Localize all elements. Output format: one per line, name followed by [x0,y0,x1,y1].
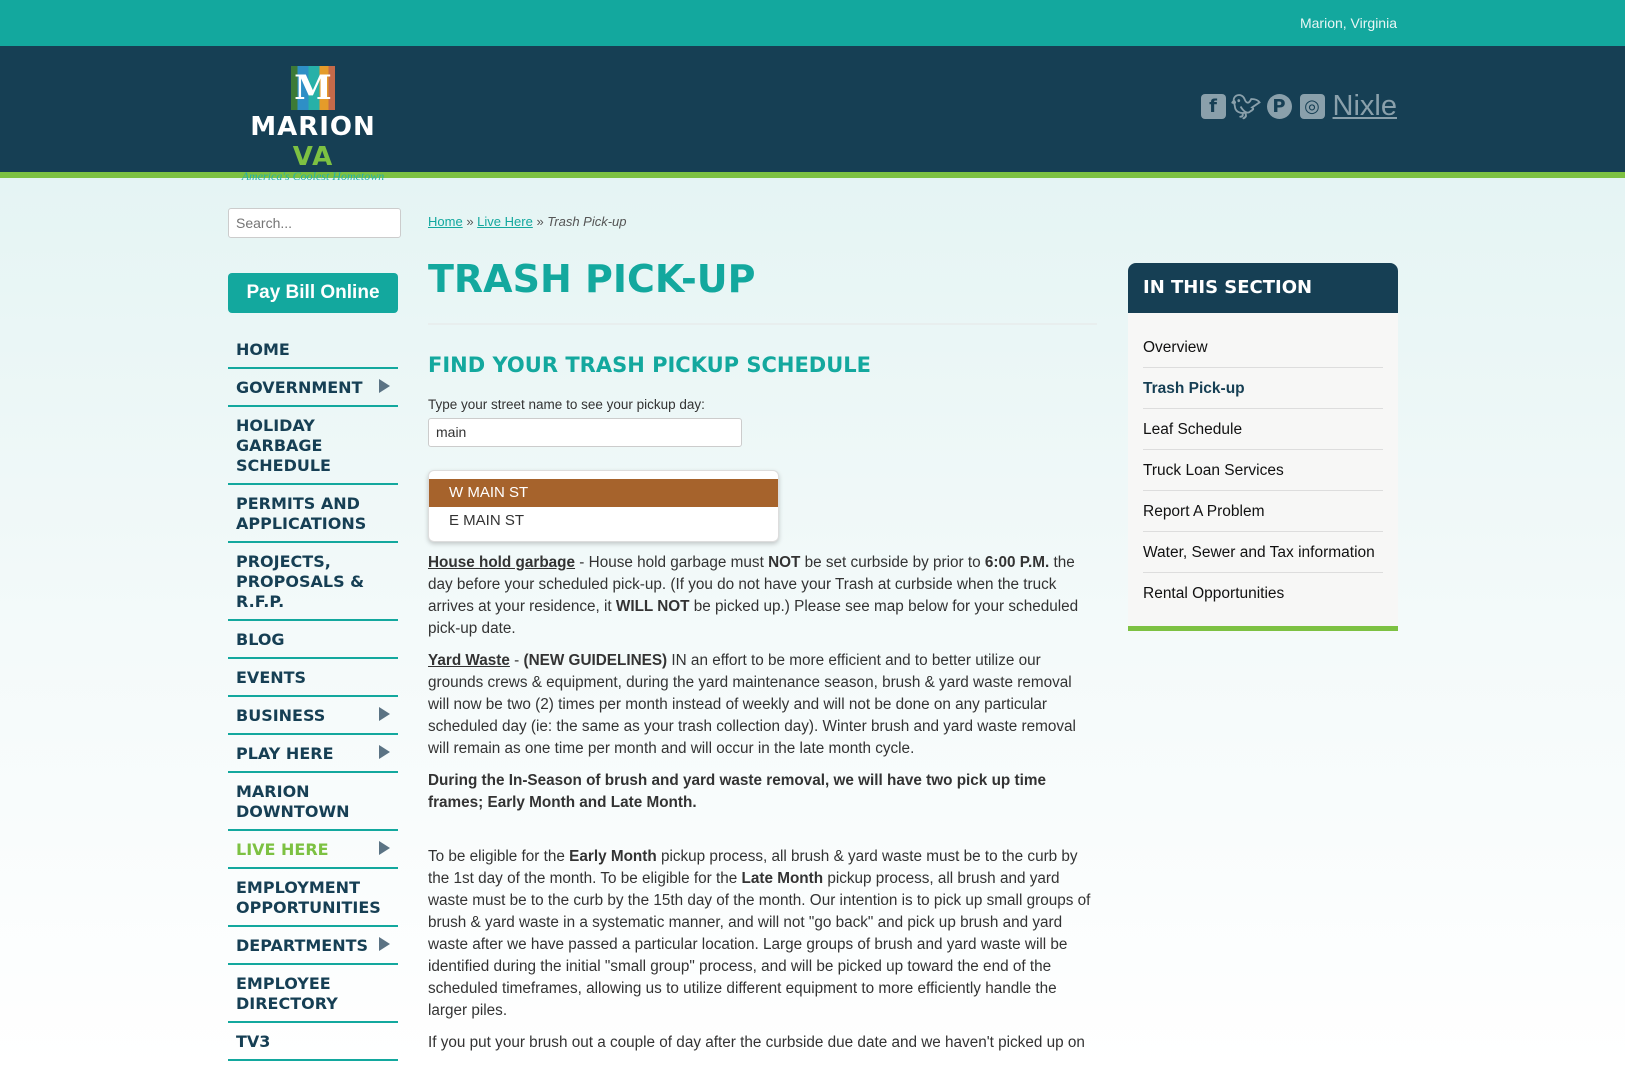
nav-item-events[interactable]: EVENTS [228,659,398,697]
street-suggestions: W MAIN ST E MAIN ST [428,470,779,542]
nav-item-employment-opportunities[interactable]: EMPLOYMENT OPPORTUNITIES [228,869,398,927]
nav-item-live-here[interactable]: LIVE HERE [228,831,398,869]
breadcrumb-live-here[interactable]: Live Here [477,214,533,229]
pinterest-icon[interactable]: P [1266,94,1292,119]
section-link[interactable]: Overview [1143,327,1383,368]
nav-item-projects-proposals-r-f-p[interactable]: PROJECTS, PROPOSALS & R.F.P. [228,543,398,621]
expand-arrow-icon[interactable] [379,379,390,393]
instagram-icon[interactable]: ◎ [1299,94,1325,119]
expand-arrow-icon[interactable] [379,937,390,951]
logo-tagline: America's Coolest Hometown [241,169,385,183]
nav-item-tv3[interactable]: TV3 [228,1023,398,1061]
household-garbage-paragraph: House hold garbage - House hold garbage … [428,554,1079,637]
nav-item-marion-downtown[interactable]: MARION DOWNTOWN [228,773,398,831]
in-this-section-panel: IN THIS SECTION Overview Trash Pick-up Lea… [1128,263,1398,631]
site-logo[interactable]: M MARION VA America's Coolest Hometown [228,66,398,184]
page-title: TRASH PICK-UP [428,257,1097,325]
top-bar: Marion, Virginia [0,0,1625,46]
late-brush-paragraph: If you put your brush out a couple of da… [428,1034,1085,1051]
yard-waste-paragraph: Yard Waste - (NEW GUIDELINES) IN an effo… [428,652,1076,757]
section-panel-title: IN THIS SECTION [1128,263,1398,313]
body-text: House hold garbage - House hold garbage … [428,552,1097,1054]
nav-item-business[interactable]: BUSINESS [228,697,398,735]
twitter-icon[interactable]: 🐦︎ [1231,93,1261,121]
nav-item-blog[interactable]: BLOG [228,621,398,659]
eligibility-paragraph: To be eligible for the Early Month picku… [428,848,1091,1019]
left-sidebar: Pay Bill Online HOMEGOVERNMENTHOLIDAY GA… [228,208,401,1061]
breadcrumb-current: Trash Pick-up [547,214,627,229]
section-link[interactable]: Leaf Schedule [1143,409,1383,450]
search-input[interactable] [228,208,401,238]
breadcrumb-home[interactable]: Home [428,214,463,229]
logo-name: MARION VA [250,112,376,172]
in-season-paragraph: During the In-Season of brush and yard w… [428,772,1046,811]
section-link[interactable]: Truck Loan Services [1143,450,1383,491]
household-garbage-link[interactable]: House hold garbage [428,554,575,571]
nav-item-employee-directory[interactable]: EMPLOYEE DIRECTORY [228,965,398,1023]
nav-item-home[interactable]: HOME [228,331,398,369]
main-nav: HOME GOVERNMENT HOLIDAY GARBAGE SCHEDULE PE… [228,331,398,1061]
social-links: f 🐦︎ P ◎ Nixle [1200,90,1397,123]
pay-bill-online-button[interactable]: Pay Bill Online [228,273,398,313]
nav-item-play-here[interactable]: PLAY HERE [228,735,398,773]
street-label: Type your street name to see your pickup… [428,397,705,412]
nav-item-government[interactable]: GOVERNMENT [228,369,398,407]
nav-item-permits-and-applications[interactable]: PERMITS AND APPLICATIONS [228,485,398,543]
section-link[interactable]: Report A Problem [1143,491,1383,532]
nav-item-departments[interactable]: DEPARTMENTS [228,927,398,965]
section-link[interactable]: Water, Sewer and Tax information [1143,532,1383,573]
section-link[interactable]: Trash Pick-up [1143,368,1383,409]
street-input[interactable]: main [428,418,742,447]
suggestion-item[interactable]: W MAIN ST [429,479,778,507]
main-content: Home » Live Here » Trash Pick-up TRASH P… [428,214,1097,1054]
facebook-icon[interactable]: f [1200,94,1226,119]
suggestion-item[interactable]: E MAIN ST [429,507,778,535]
breadcrumb: Home » Live Here » Trash Pick-up [428,214,627,229]
nixle-link[interactable]: Nixle [1333,90,1397,123]
logo-mark: M [291,66,335,110]
yard-waste-link[interactable]: Yard Waste [428,652,510,669]
expand-arrow-icon[interactable] [379,841,390,855]
site-header: M MARION VA America's Coolest Hometown f… [0,46,1625,183]
nav-item-holiday-garbage-schedule[interactable]: HOLIDAY GARBAGE SCHEDULE [228,407,398,485]
expand-arrow-icon[interactable] [379,745,390,759]
section-link[interactable]: Rental Opportunities [1143,573,1383,614]
section-heading: FIND YOUR TRASH PICKUP SCHEDULE [428,353,872,377]
expand-arrow-icon[interactable] [379,707,390,721]
location-text: Marion, Virginia [1299,15,1397,31]
section-links: Overview Trash Pick-up Leaf Schedule Truck … [1128,313,1398,626]
